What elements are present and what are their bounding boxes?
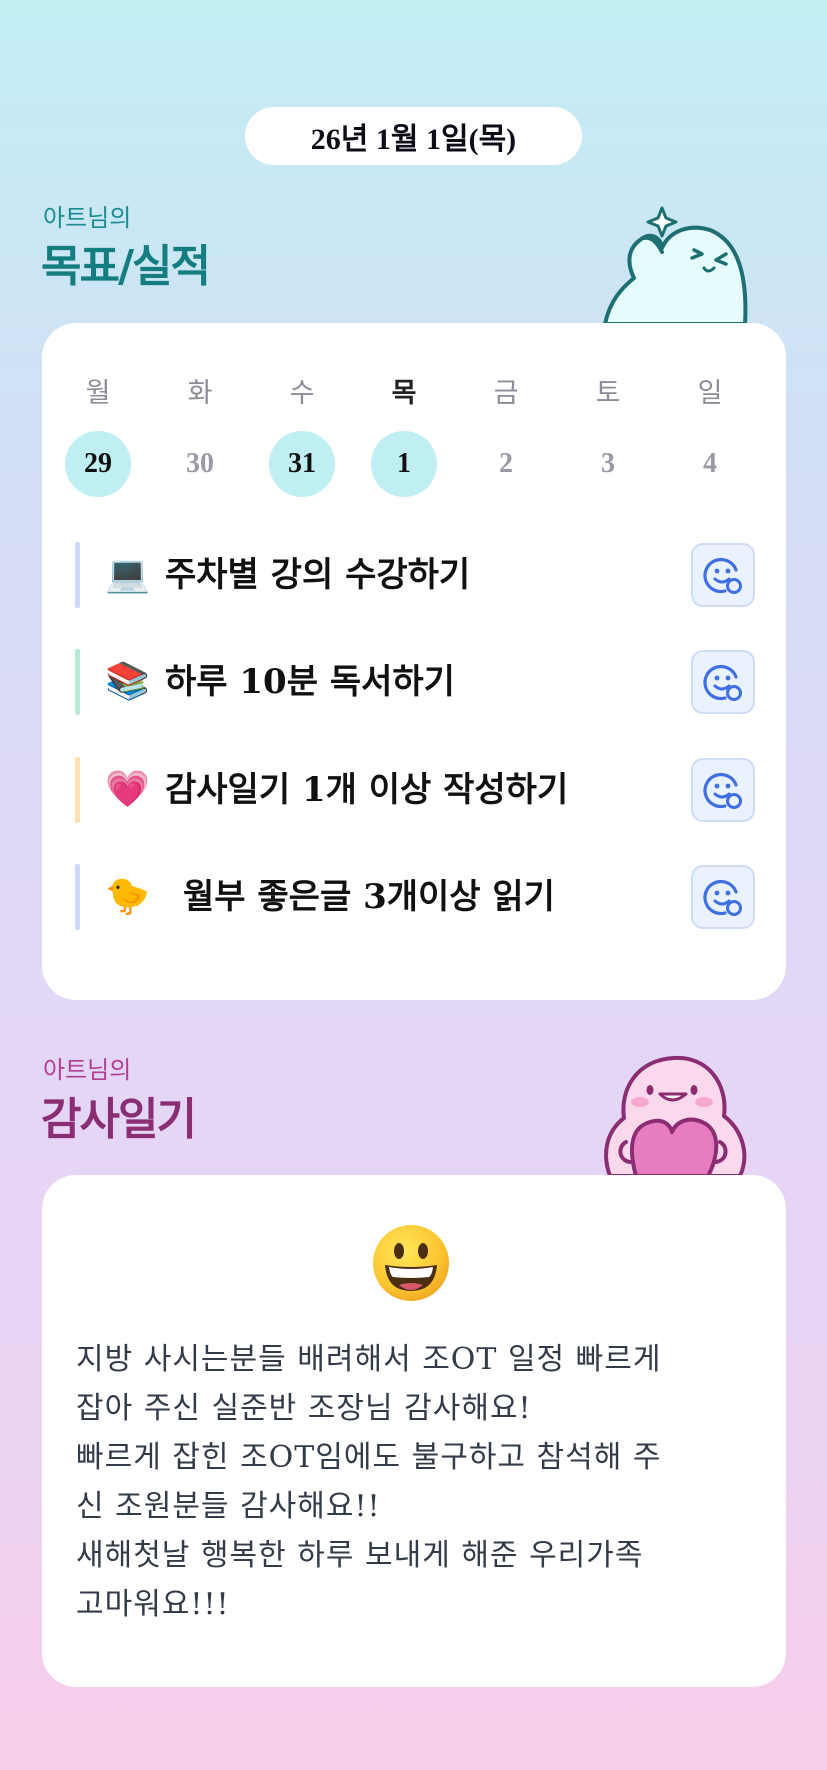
date-text: 26년 1월 1일(목)	[310, 123, 517, 156]
date-cell-done[interactable]: 31	[269, 431, 335, 497]
laptop-icon: 💻	[105, 554, 150, 595]
weekday-label: 월	[85, 378, 111, 409]
pink-mascot-icon	[604, 1055, 747, 1176]
weekday-label: 금	[493, 378, 519, 409]
goal-item: 🐤 월부 좋은글 3개이상 읽기	[75, 864, 755, 930]
gratitude-section-title: 감사일기	[41, 1094, 197, 1145]
goal-check-button[interactable]	[691, 650, 755, 714]
diary-line: 고마워요!!!	[76, 1587, 230, 1622]
grinning-face-icon	[373, 1225, 449, 1301]
goal-color-bar	[75, 864, 80, 930]
goal-label: 월부 좋은글 3개이상 읽기	[183, 877, 555, 917]
date-cell[interactable]: 4	[677, 431, 743, 497]
date-cell-done[interactable]: 1	[371, 431, 437, 497]
diary-text: 지방 사시는분들 배려해서 조OT 일정 빠르게 잡아 주신 실준반 조장님 감…	[76, 1335, 756, 1629]
date-pill[interactable]: 26년 1월 1일(목)	[245, 107, 582, 165]
goals-section-title: 목표/실적	[41, 241, 211, 292]
mint-mascot-icon	[603, 206, 748, 324]
smile-add-icon	[703, 557, 742, 594]
goal-item: 💗 감사일기 1개 이상 작성하기	[75, 757, 755, 823]
weekday-label: 일	[697, 378, 723, 409]
goal-item: 💻 주차별 강의 수강하기	[75, 542, 755, 608]
smile-add-icon	[703, 879, 742, 916]
goal-label: 하루 10분 독서하기	[165, 662, 455, 702]
gratitude-owner-label: 아트님의	[43, 1056, 132, 1084]
goal-check-button[interactable]	[691, 865, 755, 929]
diary-line: 잡아 주신 실준반 조장님 감사해요!	[76, 1391, 532, 1426]
goal-check-button[interactable]	[691, 543, 755, 607]
gratitude-card: 지방 사시는분들 배려해서 조OT 일정 빠르게 잡아 주신 실준반 조장님 감…	[42, 1175, 786, 1687]
goal-check-button[interactable]	[691, 758, 755, 822]
diary-line: 지방 사시는분들 배려해서 조OT 일정 빠르게	[76, 1342, 662, 1377]
goal-color-bar	[75, 649, 80, 715]
date-cell[interactable]: 30	[167, 431, 233, 497]
smile-add-icon	[703, 772, 742, 809]
goal-color-bar	[75, 542, 80, 608]
goal-label: 감사일기 1개 이상 작성하기	[165, 770, 569, 810]
weekday-label: 수	[289, 378, 315, 409]
heart-icon: 💗	[105, 769, 150, 810]
goal-item: 📚 하루 10분 독서하기	[75, 649, 755, 715]
goal-color-bar	[75, 757, 80, 823]
weekday-label: 토	[595, 378, 621, 409]
smile-add-icon	[703, 664, 742, 701]
diary-line: 빠르게 잡힌 조OT임에도 불구하고 참석해 주	[76, 1440, 662, 1475]
diary-line: 신 조원분들 감사해요!!	[76, 1489, 381, 1524]
weekday-header: 월 화 수 목 금 토 일	[42, 371, 791, 410]
week-dates: 29 30 31 1 2 3 4	[42, 431, 791, 497]
diary-line: 새해첫날 행복한 하루 보내게 해준 우리가족	[76, 1538, 644, 1573]
goals-owner-label: 아트님의	[43, 204, 132, 232]
date-cell-done[interactable]: 29	[65, 431, 131, 497]
date-cell[interactable]: 2	[473, 431, 539, 497]
goals-card: 월 화 수 목 금 토 일 29 30 31 1 2 3 4 💻 주차별 강의 …	[42, 323, 786, 1000]
date-cell[interactable]: 3	[575, 431, 641, 497]
books-icon: 📚	[105, 661, 150, 702]
goal-label: 주차별 강의 수강하기	[165, 555, 471, 595]
weekday-label: 화	[187, 378, 213, 409]
weekday-label-current: 목	[391, 378, 417, 409]
chick-icon: 🐤	[105, 876, 150, 917]
